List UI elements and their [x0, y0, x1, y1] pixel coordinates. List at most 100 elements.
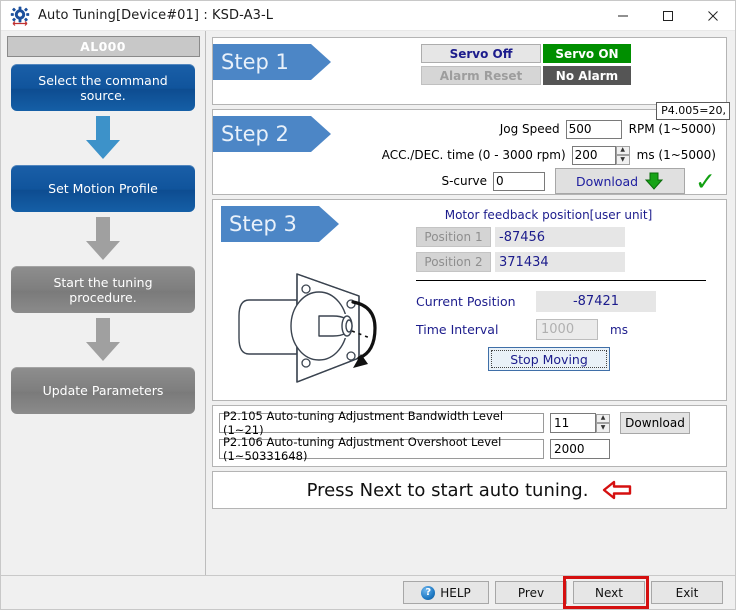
- auto-tuning-window: Auto Tuning[Device#01] : KSD-A3-L AL000 …: [0, 0, 736, 610]
- title-bar: Auto Tuning[Device#01] : KSD-A3-L: [1, 1, 735, 31]
- parameter-tooltip: P4.005=20,: [656, 102, 730, 120]
- question-mark-icon: ?: [421, 585, 436, 600]
- scurve-label: S-curve: [441, 174, 488, 188]
- alarm-status-badge: No Alarm: [543, 66, 631, 85]
- servo-row: Servo Off Servo ON: [311, 44, 726, 63]
- gear-icon: [9, 5, 31, 27]
- step2-download-button[interactable]: Download: [555, 168, 686, 194]
- sidebar-arrow-3: [78, 313, 128, 367]
- next-button-wrap: Next: [563, 576, 649, 609]
- minimize-button[interactable]: [600, 1, 645, 30]
- sidebar-item-start-tuning-procedure[interactable]: Start the tuning procedure.: [11, 266, 195, 313]
- position1-row: Position 1 -87456: [396, 227, 726, 247]
- sidebar-item-select-command-source[interactable]: Select the command source.: [11, 64, 195, 111]
- step1-panel: Step 1 Servo Off Servo ON Alarm Reset No…: [212, 37, 730, 120]
- current-position-row: Current Position -87421: [396, 291, 726, 312]
- scurve-input[interactable]: 0: [493, 171, 546, 191]
- window-body: AL000 Select the command source. Set Mot…: [1, 31, 735, 575]
- help-label: HELP: [440, 585, 471, 600]
- sidebar-item-label: Select the command source.: [38, 72, 168, 103]
- param-row-overshoot: P2.106 Auto-tuning Adjustment Overshoot …: [219, 435, 720, 463]
- maximize-button[interactable]: [645, 1, 690, 30]
- divider: [416, 280, 706, 281]
- param-name-overshoot: P2.106 Auto-tuning Adjustment Overshoot …: [219, 435, 544, 463]
- sidebar-item-update-parameters[interactable]: Update Parameters: [11, 367, 195, 414]
- time-interval-input[interactable]: 1000: [536, 319, 598, 340]
- step1-tag: Step 1: [213, 44, 331, 80]
- jog-speed-input[interactable]: 500: [565, 119, 622, 139]
- servo-status-badge: Servo ON: [543, 44, 631, 63]
- window-title: Auto Tuning[Device#01] : KSD-A3-L: [38, 8, 274, 23]
- sidebar-item-label: Start the tuning procedure.: [53, 274, 153, 305]
- download-arrow-icon: [644, 172, 664, 190]
- acc-dec-unit: ms (1~5000): [636, 148, 716, 162]
- position1-value: -87456: [495, 227, 625, 247]
- download-label: Download: [575, 173, 639, 189]
- stop-moving-button[interactable]: Stop Moving: [488, 347, 610, 371]
- sidebar-arrow-2: [78, 212, 128, 266]
- red-left-arrow-icon: [602, 479, 632, 501]
- acc-dec-stepper[interactable]: ▲ ▼: [615, 145, 630, 165]
- sidebar-item-label: Set Motion Profile: [48, 181, 158, 196]
- footer-toolbar: ? HELP Prev Next Exit: [1, 575, 735, 609]
- step3-panel: Step 3 Motor feedback position[user unit…: [212, 199, 727, 401]
- stepper-up-icon[interactable]: ▲: [615, 145, 630, 155]
- position2-row: Position 2 371434: [396, 252, 726, 272]
- sidebar-arrow-1: [78, 111, 128, 165]
- next-button[interactable]: Next: [573, 581, 645, 604]
- step2-tag: Step 2: [213, 116, 331, 152]
- alarm-row: Alarm Reset No Alarm: [311, 66, 726, 85]
- message-panel: Press Next to start auto tuning.: [212, 471, 727, 509]
- servo-off-button[interactable]: Servo Off: [421, 44, 541, 63]
- main-content: Step 1 Servo Off Servo ON Alarm Reset No…: [206, 31, 735, 575]
- step2-controls: Jog Speed 500 RPM (1~5000) ACC./DEC. tim…: [311, 110, 726, 194]
- step3-body: Step 3 Motor feedback position[user unit…: [213, 200, 726, 400]
- jog-speed-label: Jog Speed: [499, 122, 560, 136]
- time-interval-unit: ms: [610, 322, 628, 337]
- acc-dec-input[interactable]: 200: [571, 145, 616, 165]
- sidebar-wizard-steps: AL000 Select the command source. Set Mot…: [1, 31, 206, 575]
- down-arrow-icon: [86, 318, 120, 361]
- motor-illustration-column: Step 3: [213, 200, 396, 400]
- param-name-bandwidth: P2.105 Auto-tuning Adjustment Bandwidth …: [219, 409, 544, 437]
- exit-button[interactable]: Exit: [651, 581, 723, 604]
- servo-motor-icon: [238, 273, 377, 383]
- position2-value: 371434: [495, 252, 625, 272]
- motor-feedback-title: Motor feedback position[user unit]: [444, 208, 653, 222]
- acc-dec-row: ACC./DEC. time (0 - 3000 rpm) 200 ▲ ▼ ms…: [311, 142, 716, 168]
- tuning-parameters-panel: P2.105 Auto-tuning Adjustment Bandwidth …: [212, 405, 727, 467]
- sidebar-item-set-motion-profile[interactable]: Set Motion Profile: [11, 165, 195, 212]
- step3-tag: Step 3: [221, 206, 339, 242]
- step1-tag-wrap: Step 1: [213, 38, 331, 104]
- params-download-button[interactable]: Download: [620, 412, 690, 434]
- param-row-bandwidth: P2.105 Auto-tuning Adjustment Bandwidth …: [219, 409, 720, 437]
- alarm-reset-button[interactable]: Alarm Reset: [421, 66, 541, 85]
- current-position-value: -87421: [536, 291, 656, 312]
- sidebar-item-label: Update Parameters: [42, 383, 164, 398]
- message-text: Press Next to start auto tuning.: [306, 479, 589, 501]
- alarm-code-header: AL000: [6, 36, 200, 57]
- bandwidth-stepper[interactable]: ▲ ▼: [596, 413, 610, 433]
- stepper-down-icon[interactable]: ▼: [615, 155, 630, 165]
- jog-speed-unit: RPM (1~5000): [628, 122, 716, 136]
- scurve-row: S-curve 0 Download ✓: [311, 168, 716, 194]
- stepper-down-icon[interactable]: ▼: [596, 423, 610, 433]
- step3-fields: Motor feedback position[user unit] Posit…: [396, 200, 726, 400]
- close-button[interactable]: [690, 1, 735, 30]
- step2-panel: Step 2 Jog Speed 500 RPM (1~5000) ACC./D…: [212, 109, 727, 195]
- param-value-overshoot[interactable]: 2000: [550, 439, 610, 459]
- green-check-icon: ✓: [695, 166, 716, 196]
- time-interval-label: Time Interval: [416, 322, 499, 337]
- step2-tag-wrap: Step 2: [213, 110, 331, 194]
- help-button[interactable]: ? HELP: [403, 581, 489, 604]
- prev-button[interactable]: Prev: [495, 581, 567, 604]
- param-value-bandwidth[interactable]: 11: [550, 413, 596, 433]
- position2-button[interactable]: Position 2: [416, 252, 491, 272]
- down-arrow-icon: [86, 116, 120, 159]
- time-interval-row: Time Interval 1000 ms: [396, 319, 726, 340]
- position1-button[interactable]: Position 1: [416, 227, 491, 247]
- window-controls: [600, 1, 735, 30]
- step1-controls: Servo Off Servo ON Alarm Reset No Alarm …: [311, 38, 730, 120]
- stepper-up-icon[interactable]: ▲: [596, 413, 610, 423]
- down-arrow-icon: [86, 217, 120, 260]
